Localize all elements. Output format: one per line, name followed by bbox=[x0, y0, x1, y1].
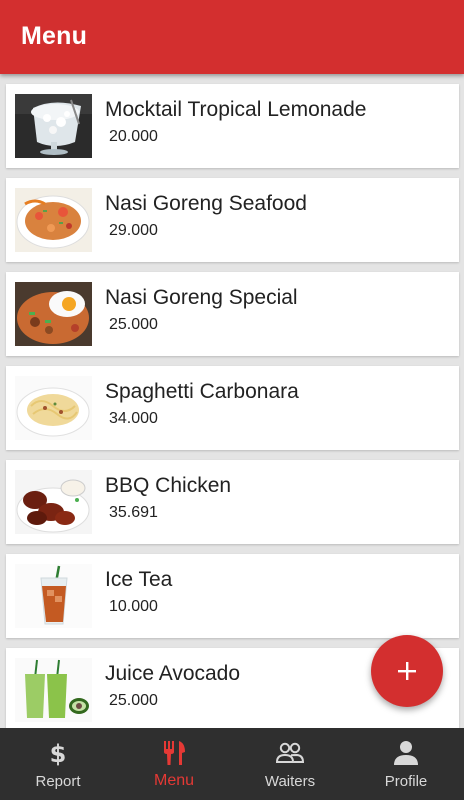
page-title: Menu bbox=[21, 22, 88, 50]
people-icon bbox=[275, 742, 305, 763]
menu-item-price: 35.691 bbox=[109, 504, 158, 521]
menu-item-name: BBQ Chicken bbox=[105, 474, 232, 497]
svg-text:$: $ bbox=[50, 740, 67, 766]
menu-item-price: 10.000 bbox=[109, 598, 158, 615]
juice-avocado-image bbox=[15, 658, 92, 722]
menu-list[interactable]: Mocktail Tropical Lemonade 20.000 Nasi G… bbox=[0, 74, 464, 728]
spaghetti-image bbox=[15, 376, 92, 440]
bottom-navigation: $ Report Menu Waiters Profile bbox=[0, 728, 464, 800]
menu-item-name: Nasi Goreng Seafood bbox=[105, 192, 307, 215]
menu-item-price: 25.000 bbox=[109, 316, 158, 333]
nav-label: Report bbox=[35, 773, 81, 790]
fork-knife-icon bbox=[164, 741, 185, 765]
menu-item-price: 29.000 bbox=[109, 222, 158, 239]
nasi-goreng-special-image bbox=[15, 282, 92, 346]
menu-item-card[interactable]: BBQ Chicken 35.691 bbox=[6, 460, 459, 544]
menu-item-price: 34.000 bbox=[109, 410, 158, 427]
nasi-goreng-seafood-image bbox=[15, 188, 92, 252]
nav-item-profile[interactable]: Profile bbox=[348, 728, 464, 800]
ice-tea-image bbox=[15, 564, 92, 628]
menu-item-card[interactable]: Nasi Goreng Special 25.000 bbox=[6, 272, 459, 356]
nav-item-waiters[interactable]: Waiters bbox=[232, 728, 348, 800]
app-bar: Menu bbox=[0, 0, 464, 74]
menu-item-name: Juice Avocado bbox=[105, 662, 241, 685]
person-icon bbox=[394, 741, 418, 765]
add-menu-item-button[interactable] bbox=[371, 635, 443, 707]
menu-item-price: 20.000 bbox=[109, 128, 158, 145]
nav-label: Menu bbox=[153, 772, 195, 789]
menu-item-name: Nasi Goreng Special bbox=[105, 286, 298, 309]
nav-item-menu[interactable]: Menu bbox=[116, 728, 232, 800]
nav-item-report[interactable]: $ Report bbox=[0, 728, 116, 800]
menu-item-card[interactable]: Mocktail Tropical Lemonade 20.000 bbox=[6, 84, 459, 168]
menu-item-card[interactable]: Spaghetti Carbonara 34.000 bbox=[6, 366, 459, 450]
bbq-chicken-image bbox=[15, 470, 92, 534]
menu-item-name: Mocktail Tropical Lemonade bbox=[105, 98, 367, 121]
nav-label: Waiters bbox=[264, 773, 316, 790]
lemonade-image bbox=[15, 94, 92, 158]
nav-label: Profile bbox=[384, 773, 428, 790]
menu-item-price: 25.000 bbox=[109, 692, 158, 709]
menu-item-name: Spaghetti Carbonara bbox=[105, 380, 299, 403]
menu-item-card[interactable]: Ice Tea 10.000 bbox=[6, 554, 459, 638]
menu-item-card[interactable]: Nasi Goreng Seafood 29.000 bbox=[6, 178, 459, 262]
menu-item-name: Ice Tea bbox=[105, 568, 173, 591]
dollar-icon: $ bbox=[50, 740, 67, 766]
plus-icon bbox=[398, 662, 416, 680]
